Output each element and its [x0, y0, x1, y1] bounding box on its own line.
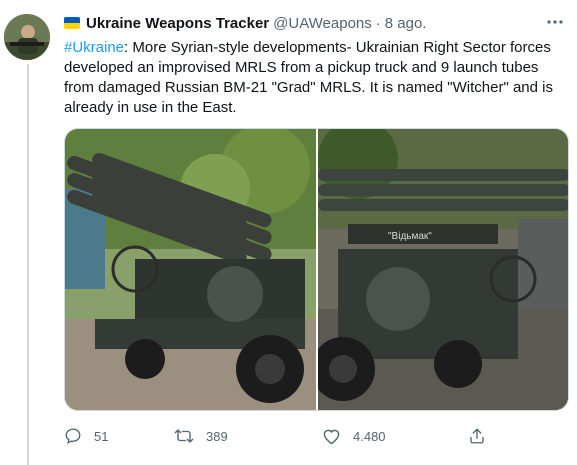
more-icon[interactable]: [545, 12, 565, 32]
retweet-button[interactable]: 389: [174, 427, 228, 445]
user-handle[interactable]: @UAWeapons: [273, 15, 372, 32]
like-count: 4.480: [353, 428, 386, 444]
heart-icon: [322, 427, 341, 445]
reply-button[interactable]: 51: [64, 427, 108, 445]
timestamp[interactable]: 8 ago.: [385, 15, 427, 32]
photo-1[interactable]: [65, 129, 316, 410]
ukraine-flag-icon: [64, 17, 80, 29]
reply-count: 51: [94, 428, 109, 444]
tweet-header: Ukraine Weapons Tracker @UAWeapons · 8 a…: [64, 12, 569, 34]
thread-line: [27, 64, 29, 465]
witcher-label: "Відьмак": [388, 231, 432, 242]
media-grid: "Відьмак": [64, 128, 569, 411]
display-name[interactable]: Ukraine Weapons Tracker: [86, 15, 269, 32]
tweet[interactable]: Ukraine Weapons Tracker @UAWeapons · 8 a…: [0, 0, 577, 465]
photo-2[interactable]: "Відьмак": [317, 129, 568, 410]
retweet-count: 389: [206, 428, 228, 444]
share-button[interactable]: [468, 427, 486, 445]
tweet-actions: 51 389 4.480: [64, 424, 534, 448]
like-button[interactable]: 4.480: [322, 427, 386, 445]
avatar[interactable]: [4, 14, 50, 60]
share-icon: [468, 427, 486, 445]
tweet-body: : More Syrian-style developments- Ukrain…: [64, 39, 553, 116]
separator-dot: ·: [375, 14, 381, 32]
retweet-icon: [174, 427, 194, 445]
tweet-text: #Ukraine: More Syrian-style developments…: [64, 38, 564, 118]
reply-icon: [64, 427, 82, 445]
hashtag-link[interactable]: #Ukraine: [64, 39, 124, 56]
